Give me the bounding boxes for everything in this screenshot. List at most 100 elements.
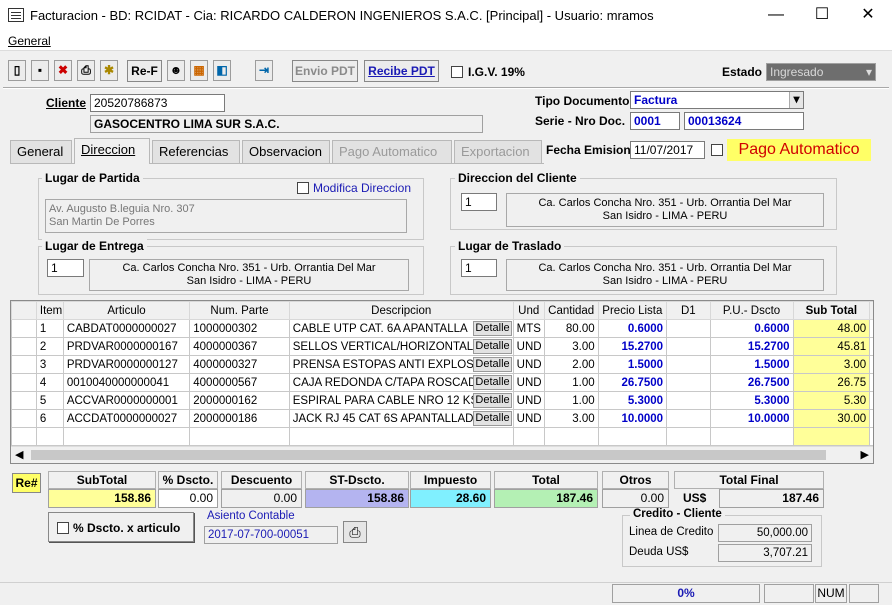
cell-precio-lista[interactable]: 5.3000 [597,391,668,410]
table-row[interactable]: 6 ACCDAT0000000027 2000000186 JACK RJ 45 CA… [11,409,873,428]
cell-d1[interactable] [666,337,711,356]
cell-item[interactable]: 4 [35,373,64,392]
cell-pu-dscto[interactable]: 26.7500 [709,373,794,392]
cell-und[interactable]: UND [512,337,545,356]
tools-icon[interactable]: ✱ [100,60,118,81]
cell-pct-d[interactable] [869,373,873,392]
empty-cell[interactable] [543,427,599,446]
cell-cantidad[interactable]: 3.00 [543,409,599,428]
nro-doc-field[interactable]: 00013624 [684,112,804,130]
cell-pu-dscto[interactable]: 5.3000 [709,391,794,410]
cell-num-parte[interactable]: 4000000327 [189,355,290,374]
save-icon[interactable]: ▪ [31,60,49,81]
estado-select[interactable]: Ingresado ▾ [766,63,876,81]
serie-field[interactable]: 0001 [630,112,680,130]
recibe-pdt-button[interactable]: Recibe PDT [364,60,439,82]
row-selector[interactable] [11,409,37,428]
tab-observacion[interactable]: Observacion [242,140,330,164]
items-grid[interactable]: Item Articulo Num. Parte Descripcion Und… [10,300,874,464]
tab-referencias[interactable]: Referencias [152,140,240,164]
cliente-dir-num[interactable]: 1 [461,193,497,211]
cell-item[interactable]: 1 [35,319,64,338]
table-row[interactable]: 5 ACCVAR0000000001 2000000162 ESPIRAL PARA … [11,391,873,410]
cell-d1[interactable] [666,391,711,410]
traslado-num[interactable]: 1 [461,259,497,277]
cell-cantidad[interactable]: 1.00 [543,391,599,410]
detalle-button[interactable]: Detalle [473,393,512,408]
cell-num-parte[interactable]: 4000000567 [189,373,290,392]
cell-item[interactable]: 3 [35,355,64,374]
dscto-articulo-option[interactable]: % Dscto. x articulo [48,512,194,542]
cell-articulo[interactable]: ACCDAT0000000027 [62,409,191,428]
row-selector[interactable] [11,355,37,374]
cell-pu-dscto[interactable]: 0.6000 [709,319,794,338]
cell-descripcion[interactable]: ESPIRAL PARA CABLE NRO 12 KS Detalle [288,391,514,410]
cell-articulo[interactable]: CABDAT0000000027 [62,319,191,338]
col-d1[interactable]: D1 [666,301,711,320]
table-row[interactable]: 1 CABDAT0000000027 1000000302 CABLE UTP CAT… [11,319,873,338]
cell-und[interactable]: UND [512,391,545,410]
cell-item[interactable]: 2 [35,337,64,356]
print-icon[interactable]: ⎙ [343,521,367,543]
cell-precio-lista[interactable]: 15.2700 [597,337,668,356]
cell-pct-d[interactable] [869,409,873,428]
cell-und[interactable]: UND [512,373,545,392]
cell-und[interactable]: MTS [512,319,545,338]
cell-pu-dscto[interactable]: 15.2700 [709,337,794,356]
detalle-button[interactable]: Detalle [473,339,512,354]
cell-cantidad[interactable]: 80.00 [543,319,599,338]
table-row[interactable]: 4 0010040000000041 4000000567 CAJA REDONDA … [11,373,873,392]
cell-d1[interactable] [666,355,711,374]
igv-checkbox[interactable] [451,66,463,78]
empty-cell[interactable] [189,427,290,446]
tab-general[interactable]: General [10,140,72,164]
empty-cell[interactable] [666,427,711,446]
empty-cell[interactable] [709,427,794,446]
users-icon[interactable]: ☻ [167,60,185,81]
cell-d1[interactable] [666,409,711,428]
col-pct-d[interactable]: % D [869,301,873,320]
scroll-left-icon[interactable]: ◀ [15,448,23,461]
empty-cell[interactable] [288,427,514,446]
cell-pu-dscto[interactable]: 10.0000 [709,409,794,428]
menu-general[interactable]: General [8,34,51,48]
row-selector[interactable] [11,337,37,356]
empty-cell[interactable] [11,427,37,446]
ref-button[interactable]: Re-F [127,60,162,82]
export-icon[interactable]: ◧ [213,60,231,81]
new-doc-icon[interactable]: ▯ [8,60,26,81]
col-sub-total[interactable]: Sub Total [792,301,871,320]
cell-descripcion[interactable]: JACK RJ 45 CAT 6S APANTALLAD Detalle [288,409,514,428]
cell-num-parte[interactable]: 2000000186 [189,409,290,428]
row-selector[interactable] [11,319,37,338]
cell-precio-lista[interactable]: 10.0000 [597,409,668,428]
exit-icon[interactable]: ⇥ [255,60,273,81]
cell-pct-d[interactable] [869,319,873,338]
detalle-button[interactable]: Detalle [473,321,512,336]
cell-pct-d[interactable] [869,337,873,356]
tab-direccion[interactable]: Direccion [74,138,150,164]
entrega-num[interactable]: 1 [47,259,84,277]
cell-pu-dscto[interactable]: 1.5000 [709,355,794,374]
table-row-empty[interactable] [11,427,873,446]
empty-cell[interactable] [62,427,191,446]
empty-cell[interactable] [869,427,873,446]
minimize-button[interactable]: — [753,0,799,31]
cell-item[interactable]: 6 [35,409,64,428]
cell-und[interactable]: UND [512,355,545,374]
col-num-parte[interactable]: Num. Parte [189,301,290,320]
row-selector[interactable] [11,391,37,410]
col-articulo[interactable]: Articulo [62,301,191,320]
cell-precio-lista[interactable]: 26.7500 [597,373,668,392]
cell-pct-d[interactable] [869,391,873,410]
pct-dscto-field[interactable]: 0.00 [158,489,218,508]
maximize-button[interactable]: ☐ [799,0,845,31]
print-icon[interactable]: ⎙ [77,60,95,81]
cell-num-parte[interactable]: 1000000302 [189,319,290,338]
cell-cantidad[interactable]: 2.00 [543,355,599,374]
cell-precio-lista[interactable]: 1.5000 [597,355,668,374]
pago-auto-checkbox[interactable] [711,144,723,156]
empty-cell[interactable] [35,427,64,446]
empty-cell[interactable] [792,427,871,446]
cell-articulo[interactable]: 0010040000000041 [62,373,191,392]
